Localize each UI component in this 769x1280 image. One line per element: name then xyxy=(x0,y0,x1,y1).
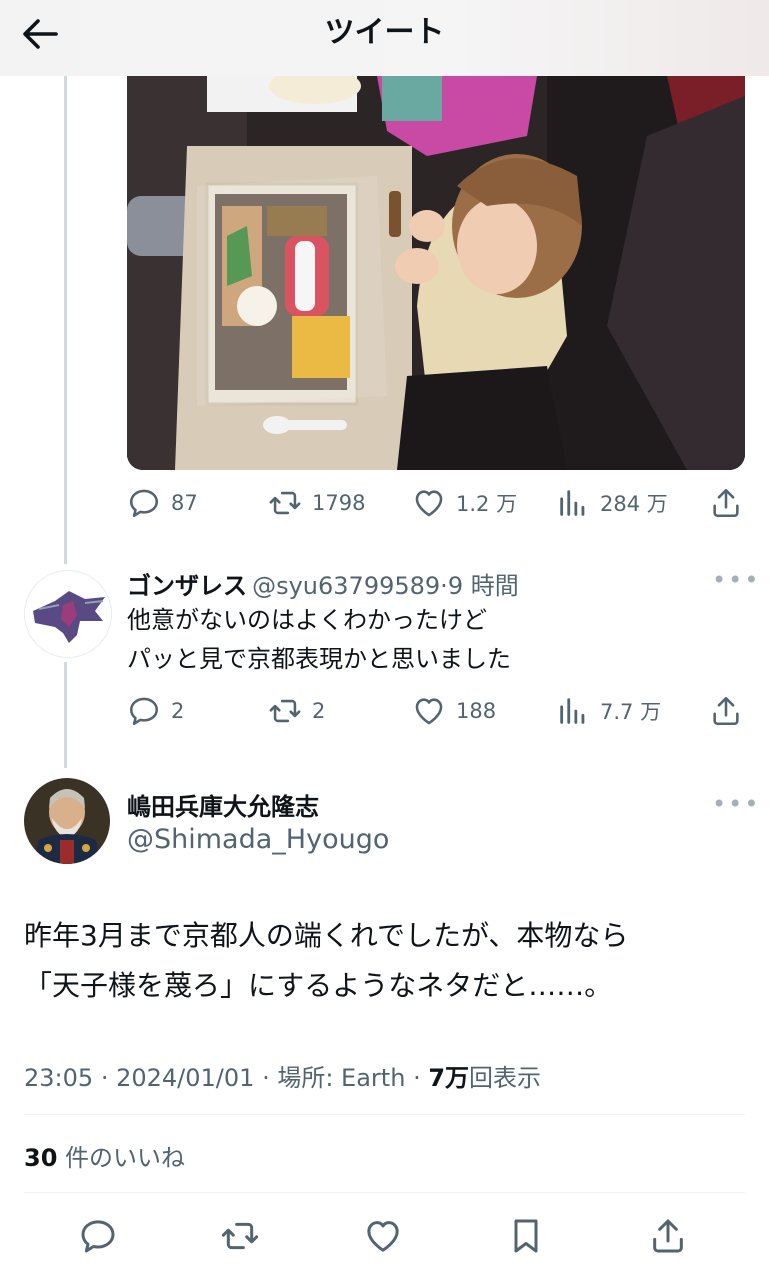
thread-line xyxy=(64,76,67,564)
reply-count: 2 xyxy=(171,699,185,723)
main-display-name[interactable]: 嶋田兵庫大允隆志 xyxy=(127,787,319,822)
arrow-left-icon xyxy=(23,19,58,49)
likes-count: 30 xyxy=(24,1144,58,1172)
views-count: 284 万 xyxy=(600,492,668,516)
reply-share-button[interactable] xyxy=(709,694,743,728)
views-action[interactable]: 284 万 xyxy=(556,486,668,520)
divider xyxy=(24,1114,745,1115)
reply-icon xyxy=(129,697,159,726)
more-icon[interactable]: ••• xyxy=(712,790,760,818)
views-icon xyxy=(560,698,585,724)
main-handle[interactable]: @Shimada_Hyougo xyxy=(127,824,389,855)
share-button[interactable] xyxy=(709,486,743,520)
main-avatar[interactable] xyxy=(24,778,110,864)
page-title: ツイート xyxy=(324,15,445,50)
like-action[interactable]: 1.2 万 xyxy=(412,486,517,520)
retweet-count: 1798 xyxy=(312,491,366,515)
retweet-button[interactable] xyxy=(220,1216,260,1256)
reply-avatar[interactable] xyxy=(24,570,112,658)
reply-header: ゴンザレス @syu63799589·9 時間 xyxy=(127,566,687,601)
likes-label: 件のいいね xyxy=(65,1144,186,1172)
retweet-icon xyxy=(221,1222,259,1250)
more-icon[interactable]: ••• xyxy=(712,566,760,594)
tweet-date: 2024/01/01 xyxy=(116,1064,255,1092)
retweet-count: 2 xyxy=(312,699,326,723)
reply-handle[interactable]: @syu63799589 xyxy=(252,572,440,600)
reply-reply-action[interactable]: 2 xyxy=(127,694,184,728)
separator-dot: · xyxy=(413,1064,421,1092)
separator-dot: · xyxy=(440,572,448,600)
reply-action[interactable]: 87 xyxy=(127,486,198,520)
tweet-time: 23:05 xyxy=(24,1064,94,1092)
reply-count: 87 xyxy=(171,491,198,515)
robot-avatar-image xyxy=(25,571,111,657)
views-count[interactable]: 7万 xyxy=(428,1064,469,1092)
like-icon xyxy=(367,1221,399,1252)
likes-summary[interactable]: 30 件のいいね xyxy=(24,1138,185,1173)
share-button[interactable] xyxy=(648,1216,688,1256)
tweet-meta: 23:05 · 2024/01/01 · 場所: Earth · 7万回表示 xyxy=(24,1058,541,1093)
like-count: 1.2 万 xyxy=(456,492,518,516)
divider xyxy=(24,1192,745,1193)
like-count: 188 xyxy=(456,699,497,723)
thread-line xyxy=(64,662,67,768)
reply-like-action[interactable]: 188 xyxy=(412,694,496,728)
reply-time[interactable]: 9 時間 xyxy=(448,572,519,600)
views-count: 7.7 万 xyxy=(600,700,662,724)
separator-dot: · xyxy=(262,1064,270,1092)
back-button[interactable] xyxy=(18,14,62,54)
bookmark-button[interactable] xyxy=(506,1216,546,1256)
reply-retweet-action[interactable]: 2 xyxy=(268,694,325,728)
portrait-avatar-image xyxy=(24,778,110,864)
views-label: 回表示 xyxy=(469,1064,542,1092)
main-text-line-1: 昨年3月まで京都人の端くれでしたが、本物なら xyxy=(24,919,629,952)
retweet-action[interactable]: 1798 xyxy=(268,486,365,520)
tweet-location: 場所: Earth xyxy=(277,1064,406,1092)
like-icon xyxy=(415,698,443,725)
share-icon xyxy=(653,1219,683,1253)
retweet-icon xyxy=(269,491,301,515)
retweet-icon xyxy=(269,699,301,723)
tweet-photo[interactable] xyxy=(127,76,745,470)
reply-views-action[interactable]: 7.7 万 xyxy=(556,694,661,728)
reply-icon xyxy=(129,489,159,518)
photo-image xyxy=(127,76,745,470)
reply-text-line-2: パッと見で京都表現かと思いました xyxy=(127,645,511,673)
bookmark-icon xyxy=(514,1219,538,1253)
like-button[interactable] xyxy=(363,1216,403,1256)
views-icon xyxy=(560,490,585,516)
reply-icon xyxy=(81,1220,115,1253)
share-icon xyxy=(713,488,739,518)
share-icon xyxy=(713,696,739,726)
main-text-line-2: 「天子様を蔑ろ」にするようなネタだと……。 xyxy=(24,969,613,1002)
reply-button[interactable] xyxy=(78,1216,118,1256)
reply-display-name[interactable]: ゴンザレス xyxy=(127,572,247,600)
separator-dot: · xyxy=(100,1064,109,1092)
like-icon xyxy=(415,490,443,517)
reply-text-line-1: 他意がないのはよくわかったけど xyxy=(127,606,487,634)
